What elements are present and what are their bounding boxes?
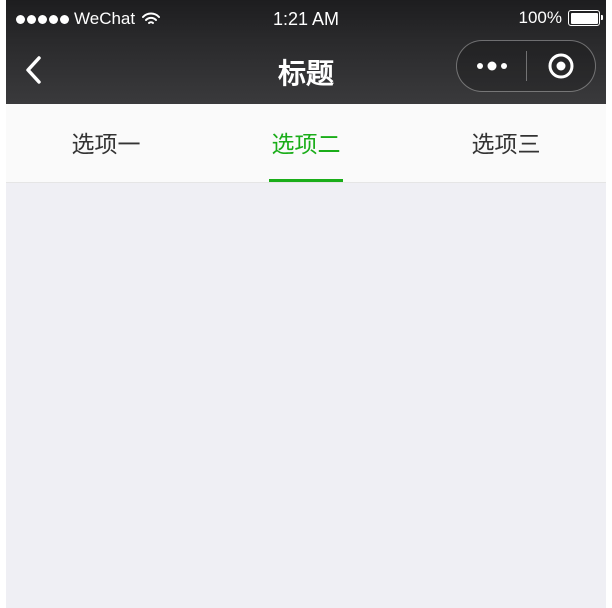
status-bar: WeChat 1:21 AM 100% (6, 0, 606, 38)
active-tab-indicator (269, 179, 343, 182)
phone-screen: WeChat 1:21 AM 100% 标题 选项一 选项二 选项三 (6, 0, 606, 608)
menu-capsule (456, 40, 596, 92)
tab-label: 选项三 (471, 131, 541, 157)
tab-option-1[interactable]: 选项一 (6, 104, 206, 182)
status-right: 100% (518, 8, 603, 28)
target-circle-icon (548, 53, 574, 79)
battery-icon (568, 10, 603, 26)
top-bar: WeChat 1:21 AM 100% 标题 (6, 0, 606, 104)
status-time: 1:21 AM (272, 9, 340, 29)
more-button[interactable] (457, 41, 526, 91)
tab-option-2[interactable]: 选项二 (206, 104, 406, 182)
battery-percent: 100% (518, 8, 562, 27)
more-dots-icon (476, 61, 507, 71)
tab-option-3[interactable]: 选项三 (406, 104, 606, 182)
tab-label: 选项二 (271, 131, 341, 157)
tab-label: 选项一 (71, 131, 141, 157)
tab-content-area (6, 183, 606, 608)
navigation-bar: 标题 (6, 38, 606, 104)
tab-bar: 选项一 选项二 选项三 (6, 104, 606, 183)
close-miniprogram-button[interactable] (527, 41, 595, 91)
